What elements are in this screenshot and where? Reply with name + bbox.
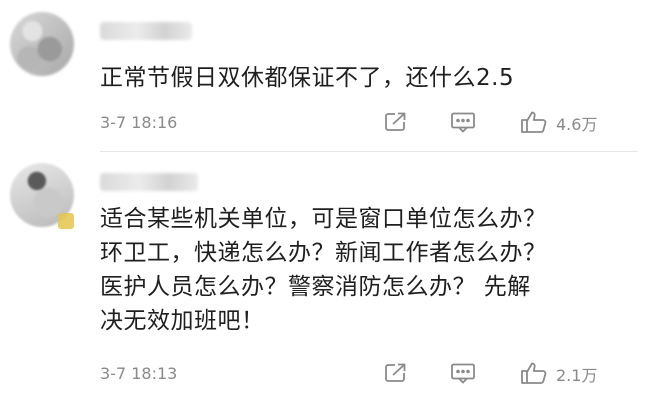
comment-text-line: 适合某些机关单位，可是窗口单位怎么办？ [100, 206, 547, 232]
comment-text: 正常节假日双休都保证不了，还什么2.5 [100, 61, 634, 95]
thumbs-up-icon[interactable] [520, 361, 548, 385]
comment-text-line: 环卫工，快递怎么办？新闻工作者怎么办？ [100, 240, 547, 266]
comment-meta: 3-7 18:16 4.6万 [100, 110, 634, 134]
share-icon[interactable] [382, 361, 410, 385]
comment-time: 3-7 18:16 [100, 112, 178, 132]
comment-text-line: 医护人员怎么办？警察消防怎么办？ 先解 [100, 274, 531, 300]
comment-icon[interactable] [449, 361, 477, 385]
avatar[interactable] [10, 12, 74, 76]
comment-item: 适合某些机关单位，可是窗口单位怎么办？ 环卫工，快递怎么办？新闻工作者怎么办？ … [0, 153, 664, 406]
vip-badge-icon [58, 213, 74, 229]
comment-meta: 3-7 18:13 2.1万 [100, 361, 634, 385]
comment-item: 正常节假日双休都保证不了，还什么2.5 3-7 18:16 4.6万 [0, 0, 664, 152]
divider [100, 151, 638, 152]
comment-text-line: 正常节假日双休都保证不了，还什么2.5 [100, 65, 515, 91]
username-blurred[interactable] [100, 22, 192, 40]
comment-time: 3-7 18:13 [100, 363, 178, 383]
comment-list: 正常节假日双休都保证不了，还什么2.5 3-7 18:16 4.6万 适合某些机… [0, 0, 664, 406]
comment-text: 适合某些机关单位，可是窗口单位怎么办？ 环卫工，快递怎么办？新闻工作者怎么办？ … [100, 202, 634, 338]
like-count: 2.1万 [556, 366, 598, 385]
comment-text-line: 决无效加班吧！ [100, 308, 265, 334]
share-icon[interactable] [382, 110, 410, 134]
comment-icon[interactable] [449, 110, 477, 134]
like-count: 4.6万 [556, 115, 598, 134]
username-blurred[interactable] [100, 173, 198, 191]
thumbs-up-icon[interactable] [520, 110, 548, 134]
